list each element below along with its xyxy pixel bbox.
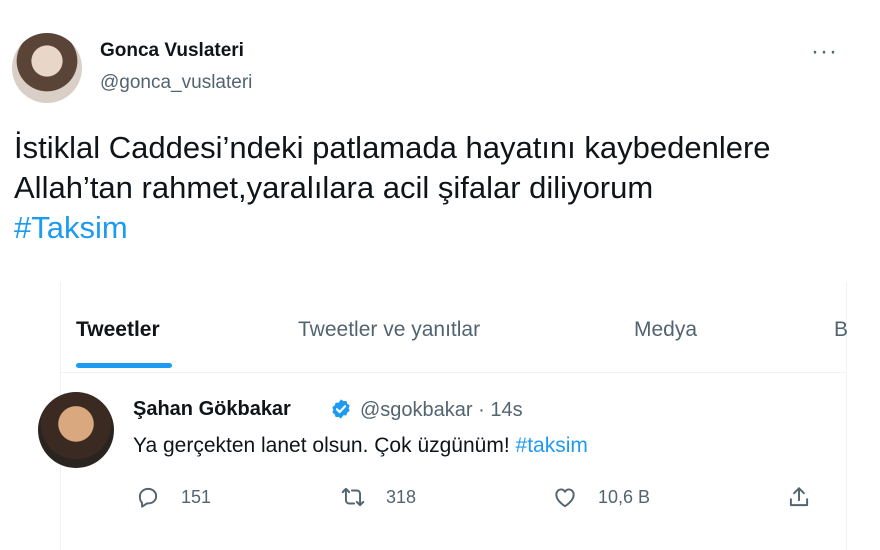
profile-tabs: Tweetler Tweetler ve yanıtlar Medya B bbox=[61, 282, 848, 373]
reply-button[interactable]: 151 bbox=[135, 484, 211, 510]
top-tweet: Gonca Vuslateri @gonca_vuslateri ··· İst… bbox=[0, 0, 880, 270]
tweet-text: İstiklal Caddesi’ndeki patlamada hayatın… bbox=[14, 128, 864, 248]
avatar[interactable] bbox=[38, 392, 114, 468]
heart-icon bbox=[555, 488, 575, 508]
author-handle[interactable]: @sgokbakar · 14s bbox=[360, 399, 523, 422]
like-button[interactable]: 10,6 B bbox=[552, 484, 650, 510]
tab-likes[interactable]: B bbox=[834, 318, 848, 342]
avatar[interactable] bbox=[12, 33, 82, 103]
tweet-text-line: Allah’tan rahmet,yaralılara acil şifalar… bbox=[14, 170, 654, 205]
author-name[interactable]: Şahan Gökbakar bbox=[133, 398, 291, 421]
share-button[interactable] bbox=[786, 484, 832, 510]
retweet-count: 318 bbox=[386, 486, 417, 507]
tab-media[interactable]: Medya bbox=[634, 318, 697, 342]
hashtag-link[interactable]: #Taksim bbox=[14, 208, 864, 248]
tweet-text: Ya gerçekten lanet olsun. Çok üzgünüm! #… bbox=[133, 434, 588, 458]
reply-count: 151 bbox=[181, 486, 212, 507]
tweet-text-content: Ya gerçekten lanet olsun. Çok üzgünüm! bbox=[133, 434, 516, 457]
verified-badge-icon bbox=[332, 399, 350, 419]
hashtag-link[interactable]: #taksim bbox=[516, 434, 588, 457]
tab-tweets-and-replies[interactable]: Tweetler ve yanıtlar bbox=[298, 318, 480, 342]
tweet-text-line: İstiklal Caddesi’ndeki patlamada hayatın… bbox=[14, 130, 771, 165]
author-handle[interactable]: @gonca_vuslateri bbox=[100, 72, 252, 94]
retweet-icon bbox=[341, 487, 365, 507]
like-count: 10,6 B bbox=[598, 486, 651, 507]
tab-tweets[interactable]: Tweetler bbox=[76, 318, 160, 342]
reply-icon bbox=[138, 487, 158, 508]
retweet-button[interactable]: 318 bbox=[340, 484, 416, 510]
share-icon bbox=[789, 487, 809, 507]
active-tab-indicator bbox=[76, 363, 172, 368]
more-options-icon[interactable]: ··· bbox=[811, 38, 838, 66]
author-name[interactable]: Gonca Vuslateri bbox=[100, 40, 244, 62]
